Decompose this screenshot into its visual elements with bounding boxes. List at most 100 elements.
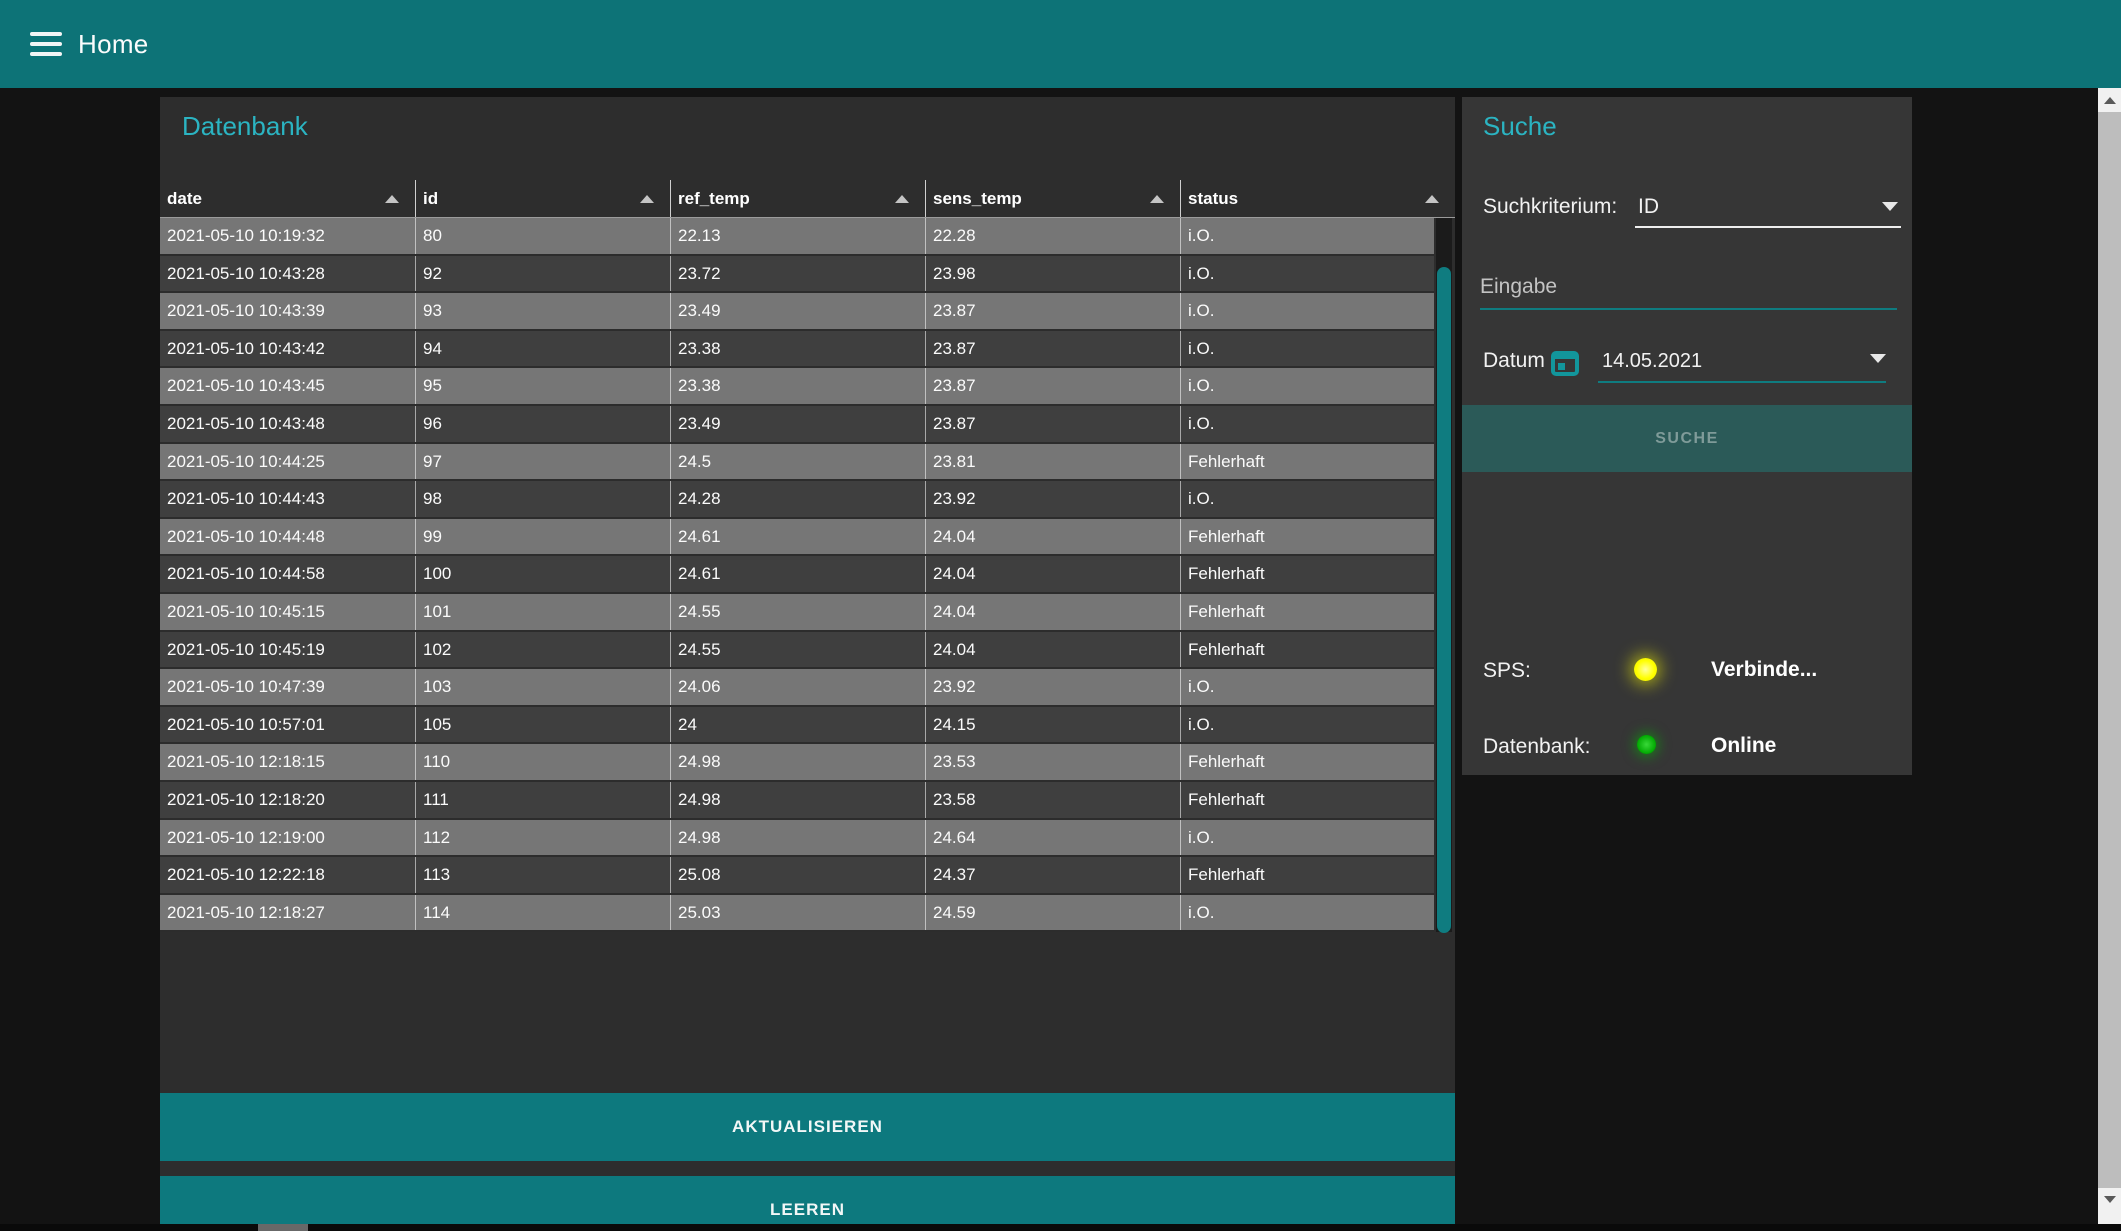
sort-asc-icon[interactable] <box>385 195 399 203</box>
cell-id: 114 <box>415 895 670 931</box>
cell-date: 2021-05-10 10:47:39 <box>160 669 415 705</box>
search-panel: Suche Suchkriterium: ID Datum 14.05.2021… <box>1462 97 1912 775</box>
date-label: Datum <box>1483 349 1545 373</box>
table-row[interactable]: 2021-05-10 10:47:39 103 24.06 23.92 i.O. <box>160 669 1434 707</box>
table-row[interactable]: 2021-05-10 12:18:27 114 25.03 24.59 i.O. <box>160 895 1434 933</box>
table-row[interactable]: 2021-05-10 10:44:48 99 24.61 24.04 Fehle… <box>160 519 1434 557</box>
cell-date: 2021-05-10 10:19:32 <box>160 218 415 254</box>
scroll-up-button[interactable] <box>2098 88 2121 112</box>
menu-icon[interactable] <box>30 32 62 56</box>
cell-sens-temp: 23.53 <box>925 744 1180 780</box>
calendar-icon[interactable] <box>1550 347 1580 377</box>
cell-ref-temp: 23.72 <box>670 256 925 292</box>
cell-id: 97 <box>415 444 670 480</box>
table-row[interactable]: 2021-05-10 10:45:15 101 24.55 24.04 Fehl… <box>160 594 1434 632</box>
cell-id: 102 <box>415 632 670 668</box>
search-button[interactable]: SUCHE <box>1462 405 1912 472</box>
chevron-down-icon[interactable] <box>1870 354 1886 363</box>
database-status-text: Online <box>1711 734 1776 758</box>
cell-date: 2021-05-10 12:18:27 <box>160 895 415 931</box>
refresh-button[interactable]: AKTUALISIEREN <box>160 1093 1455 1161</box>
topbar: Home <box>0 0 2121 88</box>
cell-sens-temp: 24.64 <box>925 820 1180 856</box>
cell-id: 100 <box>415 556 670 592</box>
column-label: sens_temp <box>933 189 1022 209</box>
cell-sens-temp: 22.28 <box>925 218 1180 254</box>
column-header-sens-temp[interactable]: sens_temp <box>925 180 1180 217</box>
clear-button[interactable]: LEEREN <box>160 1176 1455 1231</box>
sort-asc-icon[interactable] <box>895 195 909 203</box>
table-row[interactable]: 2021-05-10 10:43:42 94 23.38 23.87 i.O. <box>160 331 1434 369</box>
column-header-id[interactable]: id <box>415 180 670 217</box>
taskbar-strip <box>0 1224 2121 1231</box>
cell-ref-temp: 24 <box>670 707 925 743</box>
cell-date: 2021-05-10 12:22:18 <box>160 857 415 893</box>
table-row[interactable]: 2021-05-10 10:43:39 93 23.49 23.87 i.O. <box>160 293 1434 331</box>
date-picker-value[interactable]: 14.05.2021 <box>1602 350 1702 373</box>
table-row[interactable]: 2021-05-10 10:19:32 80 22.13 22.28 i.O. <box>160 218 1434 256</box>
window-scrollbar[interactable] <box>2098 88 2121 1231</box>
window-scrollbar-thumb[interactable] <box>2098 112 2121 1188</box>
cell-id: 93 <box>415 293 670 329</box>
table-row[interactable]: 2021-05-10 12:19:00 112 24.98 24.64 i.O. <box>160 820 1434 858</box>
cell-status: i.O. <box>1180 368 1434 404</box>
cell-date: 2021-05-10 12:19:00 <box>160 820 415 856</box>
criterion-dropdown[interactable]: ID <box>1638 195 1659 219</box>
cell-ref-temp: 25.08 <box>670 857 925 893</box>
cell-status: i.O. <box>1180 481 1434 517</box>
column-label: id <box>423 189 438 209</box>
column-label: date <box>167 189 202 209</box>
cell-ref-temp: 24.61 <box>670 556 925 592</box>
cell-sens-temp: 24.04 <box>925 556 1180 592</box>
cell-sens-temp: 24.59 <box>925 895 1180 931</box>
cell-id: 113 <box>415 857 670 893</box>
criterion-label: Suchkriterium: <box>1483 195 1617 219</box>
cell-status: Fehlerhaft <box>1180 594 1434 630</box>
scroll-down-icon <box>2104 1196 2116 1203</box>
table-row[interactable]: 2021-05-10 10:43:45 95 23.38 23.87 i.O. <box>160 368 1434 406</box>
cell-date: 2021-05-10 10:45:19 <box>160 632 415 668</box>
table-row[interactable]: 2021-05-10 10:44:43 98 24.28 23.92 i.O. <box>160 481 1434 519</box>
table-row[interactable]: 2021-05-10 12:18:15 110 24.98 23.53 Fehl… <box>160 744 1434 782</box>
database-panel-title: Datenbank <box>182 111 308 142</box>
table-row[interactable]: 2021-05-10 10:44:25 97 24.5 23.81 Fehler… <box>160 444 1434 482</box>
table-row[interactable]: 2021-05-10 10:57:01 105 24 24.15 i.O. <box>160 707 1434 745</box>
app-window: Home Datenbank date id ref_temp sens_tem… <box>0 0 2121 1231</box>
sort-asc-icon[interactable] <box>1425 195 1439 203</box>
cell-id: 112 <box>415 820 670 856</box>
column-header-date[interactable]: date <box>160 180 415 217</box>
cell-status: i.O. <box>1180 820 1434 856</box>
cell-date: 2021-05-10 10:43:48 <box>160 406 415 442</box>
sort-asc-icon[interactable] <box>640 195 654 203</box>
cell-sens-temp: 23.92 <box>925 669 1180 705</box>
table-scrollbar-thumb[interactable] <box>1437 267 1451 933</box>
cell-ref-temp: 23.49 <box>670 293 925 329</box>
search-input[interactable] <box>1480 275 1890 299</box>
criterion-underline <box>1635 226 1901 228</box>
menu-bar <box>30 52 62 56</box>
cell-ref-temp: 25.03 <box>670 895 925 931</box>
column-header-status[interactable]: status <box>1180 180 1455 217</box>
table-row[interactable]: 2021-05-10 12:18:20 111 24.98 23.58 Fehl… <box>160 782 1434 820</box>
cell-id: 95 <box>415 368 670 404</box>
column-header-ref-temp[interactable]: ref_temp <box>670 180 925 217</box>
cell-ref-temp: 23.38 <box>670 368 925 404</box>
cell-ref-temp: 23.38 <box>670 331 925 367</box>
table-row[interactable]: 2021-05-10 10:44:58 100 24.61 24.04 Fehl… <box>160 556 1434 594</box>
cell-ref-temp: 24.98 <box>670 744 925 780</box>
cell-id: 92 <box>415 256 670 292</box>
cell-date: 2021-05-10 10:45:15 <box>160 594 415 630</box>
table-scrollbar[interactable] <box>1436 218 1452 932</box>
cell-ref-temp: 24.98 <box>670 782 925 818</box>
table-row[interactable]: 2021-05-10 10:45:19 102 24.55 24.04 Fehl… <box>160 632 1434 670</box>
chevron-down-icon[interactable] <box>1882 202 1898 211</box>
table-row[interactable]: 2021-05-10 10:43:48 96 23.49 23.87 i.O. <box>160 406 1434 444</box>
cell-sens-temp: 23.87 <box>925 293 1180 329</box>
cell-ref-temp: 24.98 <box>670 820 925 856</box>
sort-asc-icon[interactable] <box>1150 195 1164 203</box>
cell-sens-temp: 24.15 <box>925 707 1180 743</box>
cell-status: Fehlerhaft <box>1180 857 1434 893</box>
table-row[interactable]: 2021-05-10 12:22:18 113 25.08 24.37 Fehl… <box>160 857 1434 895</box>
cell-id: 98 <box>415 481 670 517</box>
table-row[interactable]: 2021-05-10 10:43:28 92 23.72 23.98 i.O. <box>160 256 1434 294</box>
